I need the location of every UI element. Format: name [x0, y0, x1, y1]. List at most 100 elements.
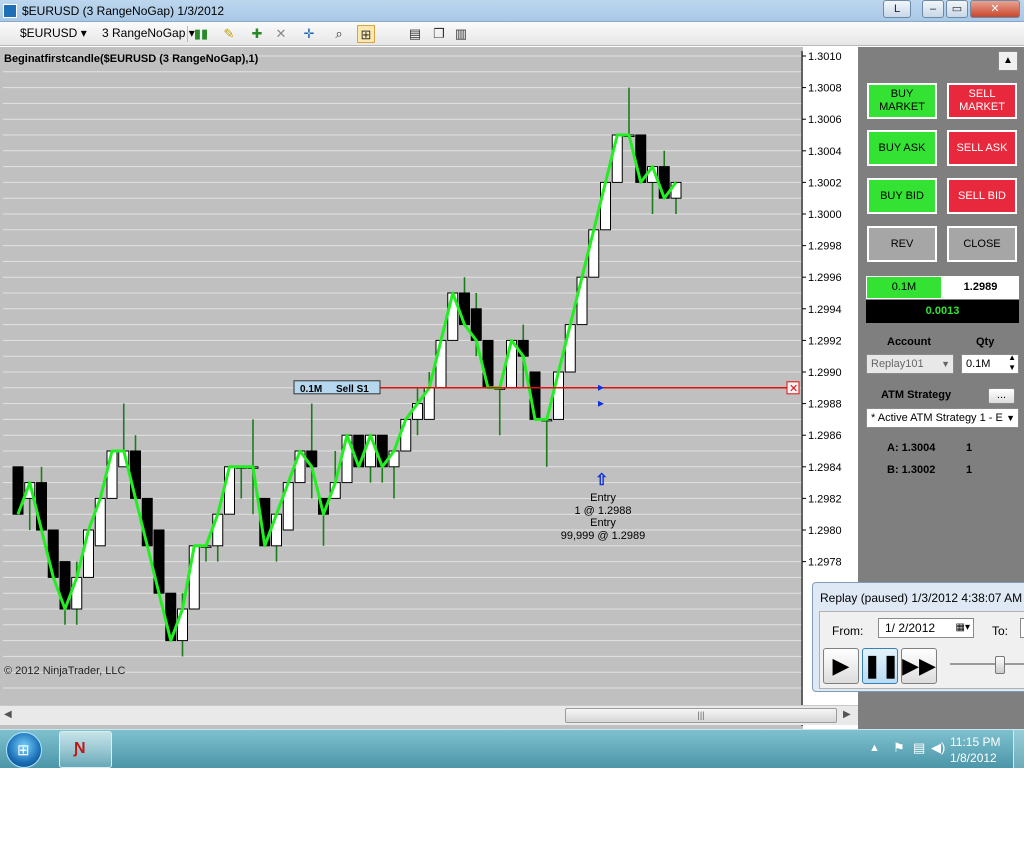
target-b-qty: 1 — [966, 464, 973, 476]
candle-down — [459, 292, 470, 326]
clock-time[interactable]: 11:15 PM — [950, 735, 1000, 749]
from-date-field[interactable]: 1/ 2/2012 ▦▾ — [878, 618, 974, 638]
link-button[interactable]: L — [883, 0, 911, 18]
zoom-icon[interactable]: ⌕ — [330, 25, 348, 43]
candle-down — [482, 339, 494, 389]
taskbar: ⊞ Ɲ ▲ ⚑ ▤ ◀) 11:15 PM 1/8/2012 — [0, 729, 1024, 768]
candle-up — [576, 276, 588, 326]
sell-bid-button[interactable]: SELL BID — [947, 178, 1017, 214]
to-date-field[interactable] — [1020, 618, 1024, 638]
candle-up — [212, 513, 224, 547]
period-dropdown[interactable]: 3 RangeNoGap ▾ — [102, 26, 195, 40]
show-hidden-icons-icon[interactable]: ▲ — [869, 742, 880, 754]
buy-ask-button[interactable]: BUY ASK — [867, 130, 937, 166]
ninjatrader-logo-icon: Ɲ — [74, 740, 86, 757]
chart-trader-icon[interactable]: ⊞ — [357, 25, 375, 43]
candle-up — [177, 608, 188, 642]
reverse-button[interactable]: REV — [867, 226, 937, 262]
windows-logo-icon: ⊞ — [17, 742, 30, 759]
pause-button[interactable]: ❚❚ — [862, 648, 900, 684]
candle-up — [400, 418, 412, 452]
chevron-down-icon: ▼ — [941, 359, 950, 369]
collapse-up-icon[interactable]: ▲ — [998, 51, 1018, 71]
calendar-icon[interactable]: ▦▾ — [956, 619, 970, 637]
fast-forward-icon: ▶▶ — [902, 653, 936, 678]
crosshair-icon[interactable]: ✛ — [300, 25, 318, 43]
entry-annotation: Entry — [590, 492, 616, 504]
network-icon[interactable]: ▤ — [913, 740, 925, 756]
from-label: From: — [832, 624, 864, 638]
volume-icon[interactable]: ◀) — [931, 740, 945, 756]
instrument-dropdown[interactable]: $EURUSD ▾ — [20, 26, 87, 40]
pause-icon: ❚❚ — [863, 653, 900, 678]
candle-down — [36, 482, 47, 531]
qty-value: 0.1M — [966, 358, 991, 370]
entry-annotation: 1 @ 1.2988 — [574, 505, 631, 517]
y-tick-label: 1.3000 — [808, 209, 842, 221]
stepper-arrows-icon[interactable]: ▲ ▼ — [1008, 353, 1016, 373]
y-tick-label: 1.3004 — [808, 146, 842, 158]
y-tick-label: 1.2996 — [808, 272, 842, 284]
play-button[interactable]: ▶ — [823, 648, 859, 684]
entry-arrow-icon: ⇧ — [595, 472, 608, 489]
close-position-button[interactable]: CLOSE — [947, 226, 1017, 262]
buy-bid-button[interactable]: BUY BID — [867, 178, 937, 214]
start-button[interactable]: ⊞ — [6, 732, 42, 768]
y-tick-label: 1.3010 — [808, 51, 842, 63]
fast-forward-button[interactable]: ▶▶ — [901, 648, 937, 684]
show-desktop-button[interactable] — [1013, 730, 1024, 768]
remove-indicator-icon[interactable]: ✕ — [272, 25, 290, 43]
buy-market-button[interactable]: BUY MARKET — [867, 83, 937, 119]
sell-ask-button[interactable]: SELL ASK — [947, 130, 1017, 166]
scroll-thumb[interactable]: ||| — [565, 708, 837, 723]
copy-icon[interactable]: ❐ — [430, 25, 448, 43]
qty-label: Qty — [976, 336, 995, 348]
flag-icon[interactable]: ⚑ — [893, 740, 905, 756]
atm-strategy-select[interactable]: * Active ATM Strategy 1 - E ▼ — [866, 408, 1019, 428]
account-value: Replay101 — [871, 358, 924, 370]
chart-area[interactable]: 0.1MSell S1✕1.29891.3002⇧Entry1 @ 1.2988… — [0, 47, 858, 729]
play-icon: ▶ — [832, 653, 850, 678]
to-label: To: — [992, 624, 1009, 638]
data-box-icon[interactable]: ▤ — [406, 25, 424, 43]
candle-up — [271, 513, 282, 547]
scroll-right-arrow-icon[interactable]: ▶ — [843, 709, 851, 720]
speed-slider-handle[interactable] — [995, 656, 1005, 674]
app-icon — [3, 4, 17, 18]
order-tag-qty: 0.1M — [300, 384, 322, 395]
y-tick-label: 1.3008 — [808, 83, 842, 95]
minimize-button[interactable]: – — [922, 0, 944, 18]
atm-more-button[interactable]: ... — [988, 388, 1015, 404]
candle-up — [435, 339, 447, 389]
toolbar-separator — [187, 26, 188, 42]
y-tick-label: 1.2992 — [808, 335, 842, 347]
ninjatrader-taskbar-button[interactable]: Ɲ — [59, 731, 112, 768]
bar-style-icon[interactable]: ▮▮ — [192, 25, 210, 43]
candle-up — [106, 450, 118, 499]
y-tick-label: 1.2988 — [808, 399, 842, 411]
replay-title: Replay (paused) 1/3/2012 4:38:07 AM — [820, 591, 1023, 605]
plot-background — [3, 51, 802, 706]
properties-icon[interactable]: ▥ — [452, 25, 470, 43]
maximize-button[interactable]: ▭ — [946, 0, 968, 18]
horizontal-scrollbar[interactable]: ◀ ||| ▶ — [0, 705, 858, 725]
qty-stepper[interactable]: 0.1M ▲ ▼ — [961, 353, 1019, 374]
candle-up — [553, 371, 564, 420]
account-select[interactable]: Replay101 ▼ — [866, 354, 954, 374]
add-indicator-icon[interactable]: ✚ — [248, 25, 266, 43]
draw-pencil-icon[interactable]: ✎ — [220, 25, 238, 43]
speed-slider-track — [950, 663, 1024, 665]
y-tick-label: 1.3002 — [808, 177, 842, 189]
clock-date[interactable]: 1/8/2012 — [950, 751, 997, 765]
close-window-button[interactable]: ✕ — [970, 0, 1020, 18]
candle-down — [353, 434, 365, 468]
candle-up — [365, 434, 376, 468]
sell-market-button[interactable]: SELL MARKET — [947, 83, 1017, 119]
candle-down — [130, 450, 141, 499]
instrument-value: $EURUSD — [20, 26, 78, 40]
period-value: 3 RangeNoGap — [102, 26, 186, 40]
entry-annotation: 99,999 @ 1.2989 — [561, 530, 646, 542]
price-chart[interactable]: 0.1MSell S1✕1.29891.3002⇧Entry1 @ 1.2988… — [0, 47, 858, 729]
scroll-left-arrow-icon[interactable]: ◀ — [4, 709, 12, 720]
y-tick-label: 1.3006 — [808, 114, 842, 126]
